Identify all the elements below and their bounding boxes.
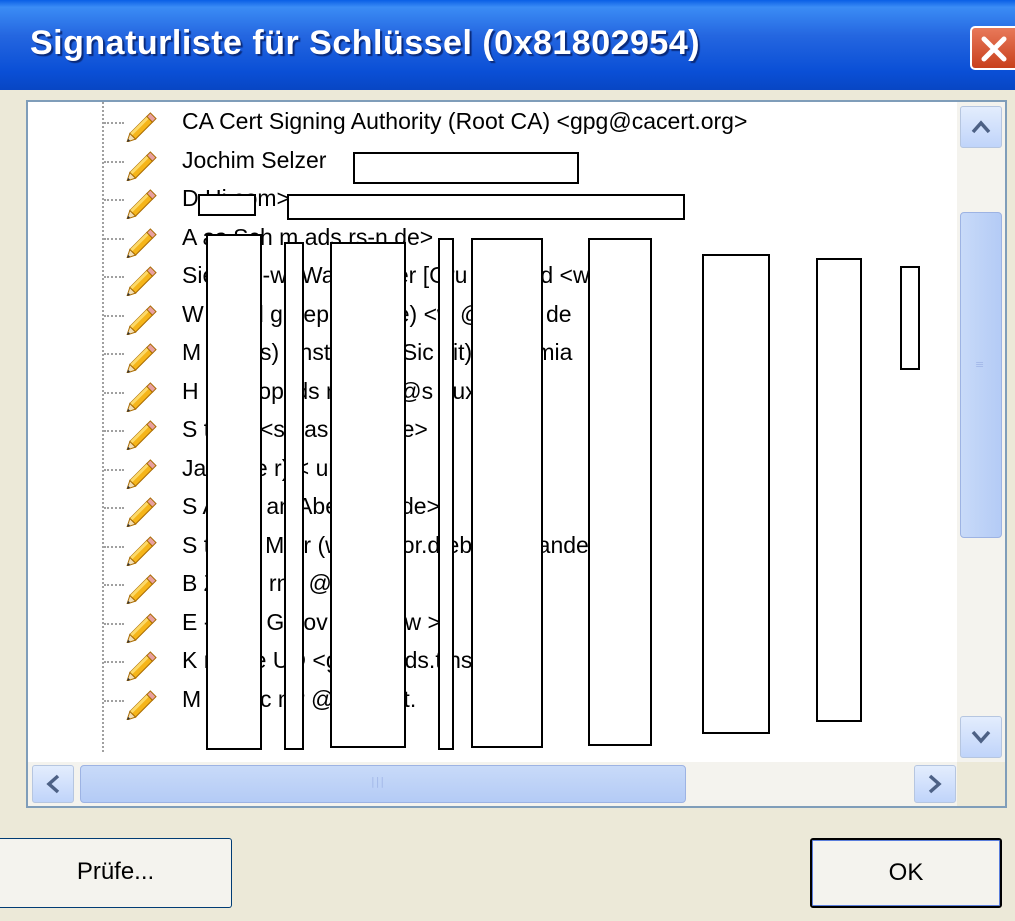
tree-branch — [104, 507, 124, 509]
tree-branch — [104, 468, 124, 471]
tree-branch — [104, 353, 124, 355]
redaction-box — [702, 254, 770, 734]
tree-branch — [104, 430, 124, 432]
scrollbar-corner — [957, 762, 1005, 806]
scroll-left-button[interactable] — [32, 765, 74, 803]
arrow-down-icon — [971, 730, 991, 744]
redaction-box — [438, 238, 454, 750]
tree-branch — [104, 699, 124, 702]
window-title: Signaturliste für Schlüssel (0x81802954) — [30, 24, 701, 62]
tree-branch — [104, 160, 124, 163]
tree-branch — [104, 584, 124, 586]
redaction-box — [353, 152, 579, 184]
check-button[interactable]: Prüfe... — [0, 838, 232, 908]
redaction-box — [588, 238, 652, 746]
tree-branch — [104, 237, 124, 240]
redaction-box — [206, 234, 262, 750]
tree-branch — [104, 314, 124, 317]
redaction-box — [816, 258, 862, 722]
close-icon — [981, 36, 1007, 62]
pencil-icon — [126, 455, 162, 490]
vertical-scrollbar[interactable]: ≡ — [957, 102, 1005, 762]
signature-list[interactable]: CA Cert Signing Authority (Root CA) <gpg… — [26, 100, 1007, 808]
pencil-icon — [126, 108, 162, 143]
tree-branch — [104, 622, 124, 625]
pencil-icon — [126, 532, 162, 567]
pencil-icon — [126, 339, 162, 374]
pencil-icon — [126, 570, 162, 605]
scroll-right-button[interactable] — [914, 765, 956, 803]
pencil-icon — [126, 493, 162, 528]
tree-branch — [104, 661, 124, 663]
horizontal-scroll-thumb[interactable]: ||| — [80, 765, 686, 803]
pencil-icon — [126, 147, 162, 182]
scroll-down-button[interactable] — [960, 716, 1002, 758]
signature-label: CA Cert Signing Authority (Root CA) <gpg… — [182, 108, 748, 134]
signature-label: Jochim Selzer — [182, 146, 327, 173]
arrow-left-icon — [46, 774, 60, 794]
redaction-box — [198, 194, 256, 216]
ok-button[interactable]: OK — [810, 838, 1002, 908]
arrow-right-icon — [928, 774, 942, 794]
signature-row[interactable]: CA Cert Signing Authority (Root CA) <gpg… — [28, 104, 963, 143]
tree-branch — [104, 122, 124, 124]
redaction-box — [284, 242, 304, 750]
pencil-icon — [126, 224, 162, 259]
pencil-icon — [126, 262, 162, 297]
pencil-icon — [126, 647, 162, 682]
redaction-box — [287, 194, 685, 220]
pencil-icon — [126, 416, 162, 451]
tree-branch — [104, 391, 124, 394]
pencil-icon — [126, 301, 162, 336]
scroll-up-button[interactable] — [960, 106, 1002, 148]
tree-branch — [104, 276, 124, 278]
redaction-box — [900, 266, 920, 370]
tree-branch — [104, 199, 124, 201]
redaction-box — [471, 238, 543, 748]
pencil-icon — [126, 185, 162, 220]
arrow-up-icon — [971, 120, 991, 134]
title-bar[interactable]: Signaturliste für Schlüssel (0x81802954) — [0, 0, 1015, 90]
tree-branch — [104, 545, 124, 548]
pencil-icon — [126, 686, 162, 721]
pencil-icon — [126, 378, 162, 413]
redaction-box — [330, 242, 406, 748]
pencil-icon — [126, 609, 162, 644]
close-button[interactable] — [970, 26, 1015, 70]
vertical-scroll-thumb[interactable]: ≡ — [960, 212, 1002, 538]
horizontal-scrollbar[interactable]: ||| — [28, 762, 1005, 806]
